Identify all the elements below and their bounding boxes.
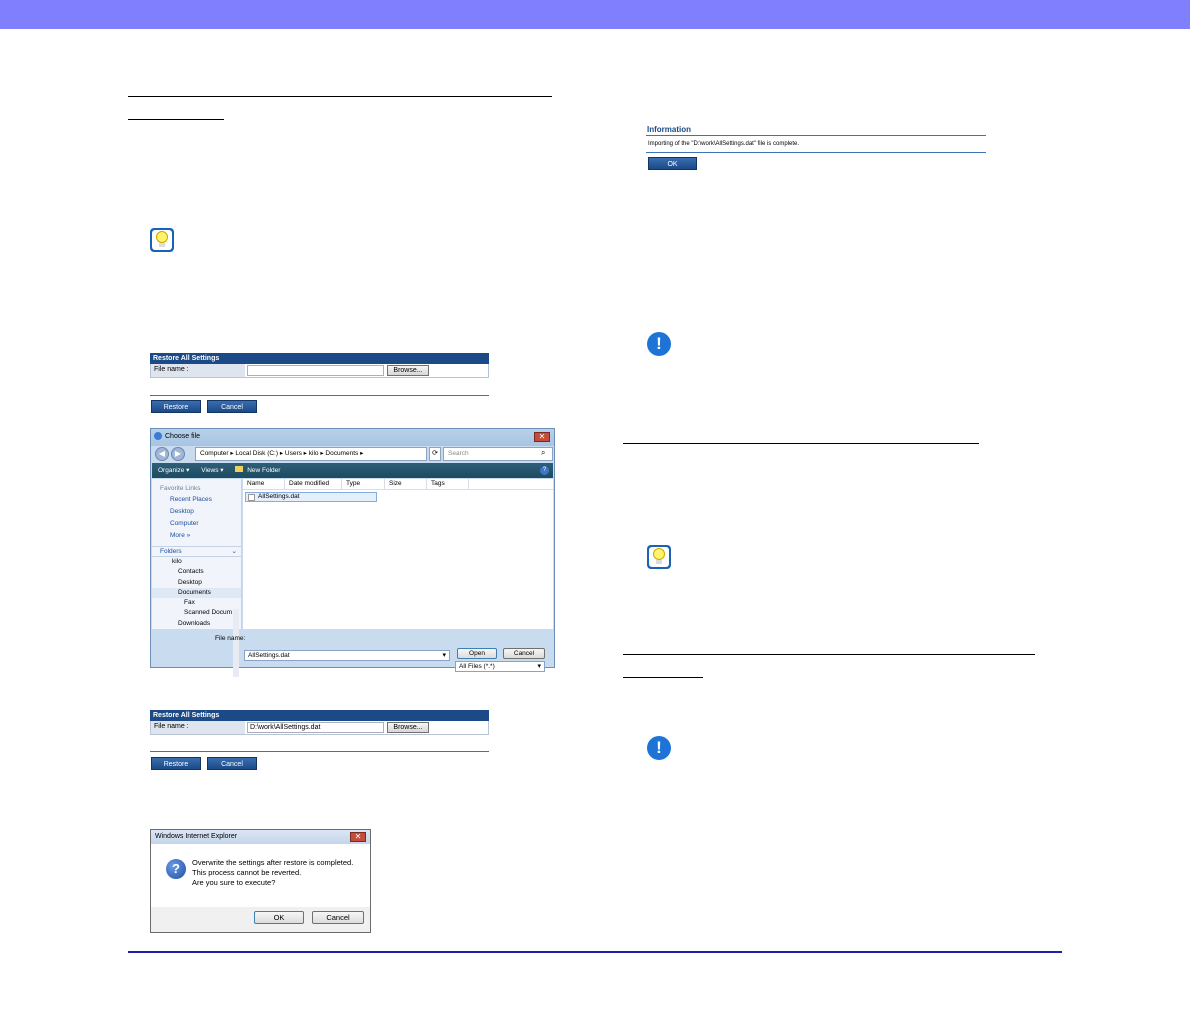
- tree-item-desktop[interactable]: Desktop: [152, 578, 241, 588]
- dialog-body: ? Overwrite the settings after restore i…: [151, 844, 370, 907]
- back-arrow-icon[interactable]: ◀: [155, 447, 169, 461]
- file-name-label: File name :: [151, 364, 245, 377]
- lightbulb-hint-icon: [150, 228, 174, 252]
- section-heading-rule: [128, 119, 224, 120]
- file-list-header: Name Date modified Type Size Tags: [243, 479, 553, 490]
- file-name-row: File name : D:\work\AllSettings.dat Brow…: [150, 721, 489, 735]
- information-rule: [646, 135, 986, 136]
- dialog-toolbar: Organize ▾ Views ▾ New Folder ?: [152, 463, 553, 478]
- section-heading-rule: [128, 96, 552, 97]
- tree-item-contacts[interactable]: Contacts: [152, 567, 241, 577]
- column-date-modified[interactable]: Date modified: [285, 479, 342, 489]
- cancel-button[interactable]: Cancel: [503, 648, 545, 659]
- nav-link-recent-places[interactable]: Recent Places: [152, 494, 241, 506]
- open-button[interactable]: Open: [457, 648, 497, 659]
- lightbulb-hint-icon: [647, 545, 671, 569]
- file-type-select[interactable]: All Files (*.*): [455, 661, 545, 672]
- exclamation-caution-icon: !: [647, 332, 671, 356]
- help-icon[interactable]: ?: [540, 466, 549, 475]
- dialog-title: Choose file: [165, 433, 201, 440]
- folder-icon: [235, 466, 244, 472]
- views-menu[interactable]: Views ▾: [201, 467, 223, 474]
- file-item-name: AllSettings.dat: [258, 493, 300, 500]
- panel-heading: Restore All Settings: [150, 353, 489, 364]
- cancel-button[interactable]: Cancel: [207, 757, 257, 770]
- file-name-combobox[interactable]: AllSettings.dat: [244, 650, 450, 661]
- restore-button[interactable]: Restore: [151, 400, 201, 413]
- information-heading: Information: [647, 125, 691, 134]
- file-name-input[interactable]: [247, 365, 384, 376]
- search-icon[interactable]: ⌕: [541, 448, 545, 458]
- restore-all-settings-panel-filled: Restore All Settings File name : D:\work…: [150, 710, 489, 735]
- file-name-label: File name:: [215, 635, 246, 642]
- dialog-titlebar: Choose file ✕: [151, 429, 554, 446]
- choose-file-dialog: Choose file ✕ ◀ ▶ Computer ▸ Local Disk …: [150, 428, 555, 677]
- question-icon: ?: [166, 859, 186, 879]
- section-heading-rule: [623, 677, 703, 678]
- file-name-label: File name :: [151, 721, 245, 734]
- restore-all-settings-panel: Restore All Settings File name : Browse.…: [150, 353, 489, 378]
- address-bar[interactable]: Computer ▸ Local Disk (C:) ▸ Users ▸ kil…: [195, 447, 427, 461]
- header-band: [0, 0, 1190, 29]
- ok-button[interactable]: OK: [648, 157, 697, 170]
- restore-button[interactable]: Restore: [151, 757, 201, 770]
- file-name-row: File name : Browse...: [150, 364, 489, 378]
- dialog-title: Windows Internet Explorer: [155, 833, 238, 840]
- file-name-input[interactable]: D:\work\AllSettings.dat: [247, 722, 384, 733]
- organize-menu[interactable]: Organize ▾: [158, 467, 189, 474]
- message-line: Are you sure to execute?: [192, 878, 276, 887]
- column-type[interactable]: Type: [342, 479, 385, 489]
- file-icon: [248, 494, 255, 501]
- chevron-down-icon[interactable]: ⌄: [232, 547, 237, 555]
- folders-header[interactable]: Folders ⌄: [152, 546, 241, 557]
- browse-button[interactable]: Browse...: [387, 365, 429, 376]
- dialog-titlebar: Windows Internet Explorer ✕: [151, 830, 370, 844]
- confirm-dialog: Windows Internet Explorer ✕ ? Overwrite …: [150, 829, 371, 933]
- tree-item-downloads[interactable]: Downloads: [152, 619, 241, 629]
- search-input[interactable]: Search: [443, 447, 553, 461]
- new-folder-button[interactable]: New Folder: [247, 467, 280, 474]
- panel-separator: [150, 751, 489, 752]
- tree-item-kilo[interactable]: kilo: [152, 557, 241, 567]
- folder-tree-scrollbar[interactable]: [233, 609, 239, 677]
- dialog-message: Overwrite the settings after restore is …: [192, 858, 353, 888]
- more-link[interactable]: More »: [152, 530, 241, 542]
- folders-heading: Folders: [160, 548, 182, 555]
- file-list: Name Date modified Type Size Tags AllSet…: [243, 479, 553, 629]
- footer-rule: [128, 951, 1062, 953]
- section-heading-rule: [623, 443, 979, 444]
- nav-link-computer[interactable]: Computer: [152, 518, 241, 530]
- navigation-pane: Favorite Links Recent Places Desktop Com…: [152, 479, 242, 677]
- refresh-icon[interactable]: ⟳: [429, 447, 441, 461]
- tree-item-documents[interactable]: Documents: [152, 587, 241, 599]
- column-name[interactable]: Name: [243, 479, 285, 489]
- column-size[interactable]: Size: [385, 479, 427, 489]
- message-line: This process cannot be reverted.: [192, 868, 302, 877]
- close-icon[interactable]: ✕: [534, 432, 550, 442]
- close-icon[interactable]: ✕: [350, 832, 366, 842]
- column-tags[interactable]: Tags: [427, 479, 469, 489]
- file-name-field-cell: Browse...: [245, 364, 488, 377]
- forward-arrow-icon[interactable]: ▶: [171, 447, 185, 461]
- file-name-field-cell: D:\work\AllSettings.dat Browse...: [245, 721, 488, 734]
- ok-button[interactable]: OK: [254, 911, 304, 924]
- information-rule: [646, 152, 986, 153]
- tree-item-scanned-documents[interactable]: Scanned Docum: [152, 608, 241, 618]
- information-message: Importing of the "D:\work\AllSettings.da…: [648, 141, 799, 147]
- section-heading-rule: [623, 654, 1035, 655]
- message-line: Overwrite the settings after restore is …: [192, 858, 354, 867]
- panel-heading: Restore All Settings: [150, 710, 489, 721]
- favorite-links-heading: Favorite Links: [160, 485, 201, 492]
- ie-logo-icon: [154, 432, 162, 440]
- browse-button[interactable]: Browse...: [387, 722, 429, 733]
- file-item[interactable]: AllSettings.dat: [245, 492, 377, 502]
- tree-item-fax[interactable]: Fax: [152, 598, 241, 608]
- cancel-button[interactable]: Cancel: [312, 911, 364, 924]
- nav-link-desktop[interactable]: Desktop: [152, 506, 241, 518]
- cancel-button[interactable]: Cancel: [207, 400, 257, 413]
- exclamation-caution-icon: !: [647, 736, 671, 760]
- panel-separator: [150, 395, 489, 396]
